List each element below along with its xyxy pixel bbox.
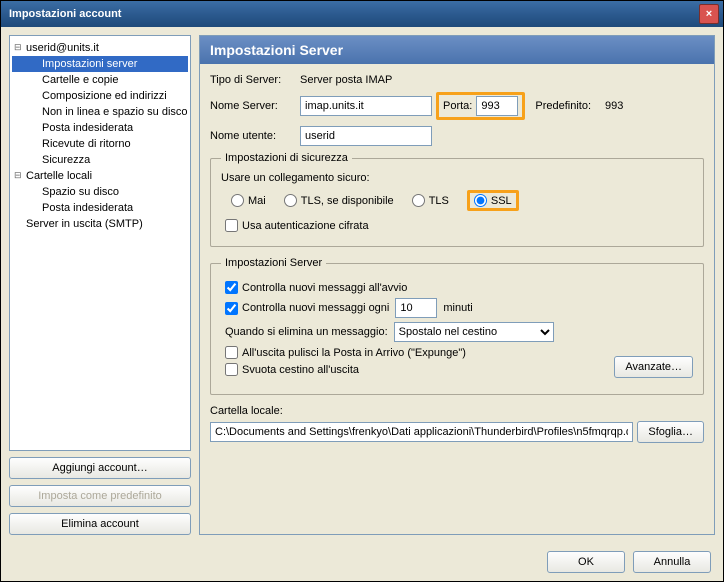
sidebar: userid@units.it Impostazioni server Cart… — [9, 35, 191, 535]
delete-action-select[interactable]: Spostalo nel cestino — [394, 322, 554, 342]
username-label: Nome utente: — [210, 130, 296, 142]
secure-conn-radios: Mai TLS, se disponibile TLS SSL — [231, 190, 693, 211]
tree-item-smtp[interactable]: Server in uscita (SMTP) — [12, 216, 188, 232]
radio-ssl[interactable]: SSL — [474, 194, 512, 207]
ssl-highlight: SSL — [467, 190, 519, 211]
account-settings-window: Impostazioni account × userid@units.it I… — [0, 0, 724, 582]
tree-item-composizione[interactable]: Composizione ed indirizzi — [12, 88, 188, 104]
browse-button[interactable]: Sfoglia… — [637, 421, 704, 443]
advanced-button[interactable]: Avanzate… — [614, 356, 693, 378]
local-folder-input[interactable] — [210, 422, 633, 442]
tree-item-impostazioni-server[interactable]: Impostazioni server — [12, 56, 188, 72]
close-icon[interactable]: × — [699, 4, 719, 24]
tree-item-junk[interactable]: Posta indesiderata — [12, 120, 188, 136]
radio-tls[interactable]: TLS — [412, 194, 449, 207]
default-port-value: 993 — [605, 100, 623, 112]
dialog-footer: OK Annulla — [1, 543, 723, 581]
port-input[interactable] — [476, 96, 518, 116]
radio-never[interactable]: Mai — [231, 194, 266, 207]
check-start-checkbox[interactable]: Controlla nuovi messaggi all'avvio — [225, 281, 407, 294]
server-type-label: Tipo di Server: — [210, 74, 296, 86]
account-root[interactable]: userid@units.it — [12, 40, 188, 56]
tree-item-offline[interactable]: Non in linea e spazio su disco — [12, 104, 188, 120]
username-input[interactable] — [300, 126, 432, 146]
port-highlight: Porta: — [436, 92, 525, 120]
main-panel: Impostazioni Server Tipo di Server: Serv… — [199, 35, 715, 535]
radio-tls-avail[interactable]: TLS, se disponibile — [284, 194, 394, 207]
empty-trash-checkbox[interactable]: Svuota cestino all'uscita — [225, 363, 359, 376]
set-default-button: Imposta come predefinito — [9, 485, 191, 507]
check-interval-input[interactable] — [395, 298, 437, 318]
add-account-button[interactable]: Aggiungi account… — [9, 457, 191, 479]
tree-item-receipts[interactable]: Ricevute di ritorno — [12, 136, 188, 152]
cancel-button[interactable]: Annulla — [633, 551, 711, 573]
server-fieldset: Impostazioni Server Controlla nuovi mess… — [210, 257, 704, 395]
port-label: Porta: — [443, 100, 472, 112]
minutes-label: minuti — [443, 302, 472, 314]
titlebar: Impostazioni account × — [1, 1, 723, 27]
check-every-checkbox[interactable]: Controlla nuovi messaggi ogni — [225, 302, 389, 315]
remove-account-button[interactable]: Elimina account — [9, 513, 191, 535]
local-folders-root[interactable]: Cartelle locali — [12, 168, 188, 184]
local-folder-label: Cartella locale: — [210, 405, 704, 417]
tree-item-disk-space[interactable]: Spazio su disco — [12, 184, 188, 200]
tree-item-junk-local[interactable]: Posta indesiderata — [12, 200, 188, 216]
server-type-value: Server posta IMAP — [300, 74, 392, 86]
server-name-input[interactable] — [300, 96, 432, 116]
content-area: userid@units.it Impostazioni server Cart… — [1, 27, 723, 543]
panel-header: Impostazioni Server — [199, 35, 715, 64]
delete-label: Quando si elimina un messaggio: — [225, 326, 388, 338]
tree-item-security[interactable]: Sicurezza — [12, 152, 188, 168]
ok-button[interactable]: OK — [547, 551, 625, 573]
security-legend: Impostazioni di sicurezza — [221, 152, 352, 164]
secure-auth-checkbox[interactable]: Usa autenticazione cifrata — [225, 219, 369, 232]
default-port-label: Predefinito: — [535, 100, 591, 112]
security-fieldset: Impostazioni di sicurezza Usare un colle… — [210, 152, 704, 247]
window-title: Impostazioni account — [5, 8, 699, 20]
account-tree[interactable]: userid@units.it Impostazioni server Cart… — [9, 35, 191, 451]
expunge-checkbox[interactable]: All'uscita pulisci la Posta in Arrivo ("… — [225, 346, 466, 359]
secure-conn-label: Usare un collegamento sicuro: — [221, 172, 693, 184]
panel-body: Tipo di Server: Server posta IMAP Nome S… — [199, 64, 715, 535]
server-legend: Impostazioni Server — [221, 257, 326, 269]
tree-item-cartelle-copie[interactable]: Cartelle e copie — [12, 72, 188, 88]
server-name-label: Nome Server: — [210, 100, 296, 112]
